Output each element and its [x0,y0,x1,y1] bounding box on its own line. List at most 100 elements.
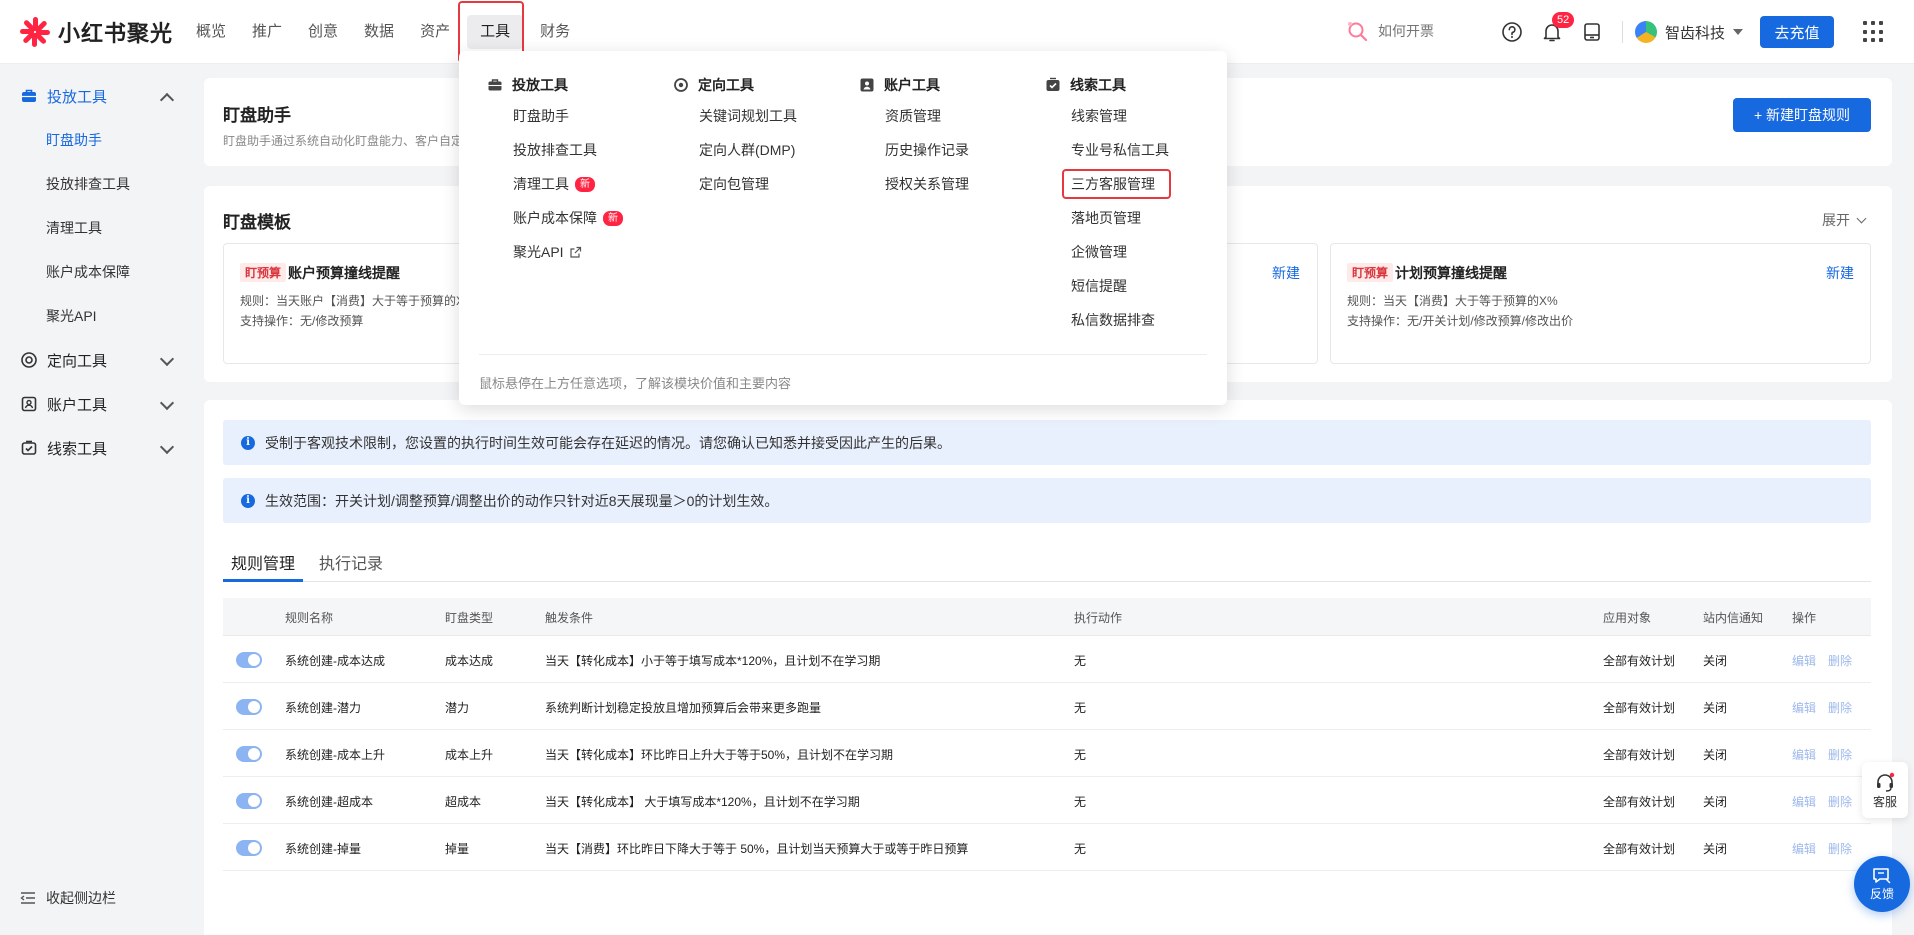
rule-enable-toggle[interactable] [236,699,262,715]
edit-link[interactable]: 编辑 [1792,652,1816,669]
rule-action: 无 [1074,701,1087,715]
menu-item-label: 落地页管理 [1071,210,1141,226]
new-rule-button[interactable]: + 新建盯盘规则 [1733,98,1871,132]
nav-data[interactable]: 数据 [351,15,407,49]
menu-item-label: 企微管理 [1071,244,1127,260]
notice-banner: i 生效范围：开关计划/调整预算/调整出价的动作只针对近8天展现量＞0的计划生效… [223,478,1871,523]
customer-service-label: 客服 [1872,794,1897,809]
template-tag: 盯预算 [1347,263,1394,282]
brand-logo[interactable]: 小红书聚光 [18,15,183,49]
sidebar-collapse-button[interactable]: 收起侧边栏 [20,888,116,908]
account-switcher[interactable]: 智齿科技 [1635,21,1744,43]
menu-item-label: 线索管理 [1071,108,1127,124]
search-input[interactable] [1378,23,1478,39]
nav-creative[interactable]: 创意 [295,15,351,49]
sidebar-item-api[interactable]: 聚光API [46,294,97,338]
edit-link[interactable]: 编辑 [1792,793,1816,810]
menu-item-label: 三方客服管理 [1071,176,1155,192]
menu-item-third-party-cs[interactable]: 三方客服管理 [1045,167,1171,201]
delete-link[interactable]: 删除 [1828,746,1852,763]
rule-enable-toggle[interactable] [236,746,262,762]
menu-item-clue-management[interactable]: 线索管理 [1045,99,1169,133]
nav-promotion[interactable]: 推广 [239,15,295,49]
search-box[interactable] [1346,20,1478,42]
notification-bell-icon[interactable]: 52 [1538,12,1575,46]
nav-overview[interactable]: 概览 [183,15,239,49]
sidebar-group-account-tools[interactable]: 账户工具 [0,382,190,426]
feedback-button[interactable]: 反馈 [1854,856,1910,912]
menu-item-label: 关键词规划工具 [699,108,797,124]
sidebar: 投放工具 盯盘助手 投放排查工具 清理工具 账户成本保障 聚光API 定向工具 … [0,64,190,935]
menu-item-keyword-planner[interactable]: 关键词规划工具 [673,99,797,133]
target-icon [673,77,689,93]
page-title: 盯盘助手 [223,106,291,125]
rule-type: 成本上升 [445,748,494,762]
rule-enable-toggle[interactable] [236,793,262,809]
menu-item-dmp[interactable]: 定向人群(DMP) [673,133,797,167]
recharge-button[interactable]: 去充值 [1760,16,1834,48]
nav-assets[interactable]: 资产 [407,15,463,49]
sidebar-group-delivery-tools[interactable]: 投放工具 [0,74,190,118]
nav-finance[interactable]: 财务 [527,15,583,49]
notice-banner: i 受制于客观技术限制，您设置的执行时间生效可能会存在延迟的情况。请您确认已知悉… [223,420,1871,465]
edit-link[interactable]: 编辑 [1792,746,1816,763]
account-name: 智齿科技 [1665,24,1726,42]
brand-name: 小红书聚光 [58,20,174,46]
menu-item-dm-data-check[interactable]: 私信数据排查 [1045,303,1169,337]
expand-toggle[interactable]: 展开 [1822,210,1867,230]
delete-link[interactable]: 删除 [1828,793,1852,810]
info-icon: i [241,435,255,450]
rule-notify: 关闭 [1703,795,1728,809]
menu-item-sms-reminder[interactable]: 短信提醒 [1045,269,1169,303]
menu-item-wecom[interactable]: 企微管理 [1045,235,1169,269]
menu-item-history-log[interactable]: 历史操作记录 [859,133,969,167]
rule-action: 无 [1074,842,1087,856]
dropdown-column-account-tools: 账户工具 资质管理 历史操作记录 授权关系管理 [859,71,969,201]
sidebar-group-label: 线索工具 [47,440,108,458]
menu-item-label: 清理工具 [513,176,569,192]
menu-item-pro-dm-tool[interactable]: 专业号私信工具 [1045,133,1169,167]
table-header: 规则名称 盯盘类型 触发条件 执行动作 应用对象 站内信通知 操作 [223,598,1871,636]
notice-text: 生效范围：开关计划/调整预算/调整出价的动作只针对近8天展现量＞0的计划生效。 [265,492,779,509]
tab-execution-records[interactable]: 执行记录 [319,550,383,574]
account-avatar [1635,21,1657,43]
menu-item-targeting-package[interactable]: 定向包管理 [673,167,797,201]
new-badge: 新 [575,176,595,192]
menu-item-cost-guarantee[interactable]: 账户成本保障新 [487,201,623,235]
nav-tools[interactable]: 工具 [458,0,525,63]
sidebar-group-label: 账户工具 [47,396,108,414]
sidebar-group-label: 定向工具 [47,352,108,370]
sidebar-group-clue-tools[interactable]: 线索工具 [0,426,190,470]
page-description: 盯盘助手通过系统自动化盯盘能力、客户自定 [223,134,464,148]
edit-link[interactable]: 编辑 [1792,699,1816,716]
tablet-icon[interactable] [1578,18,1606,46]
menu-item-watch-assistant[interactable]: 盯盘助手 [487,99,623,133]
tab-rule-management[interactable]: 规则管理 [231,550,295,574]
template-new-button[interactable]: 新建 [1826,263,1854,283]
menu-item-authorization[interactable]: 授权关系管理 [859,167,969,201]
customer-service-button[interactable]: 客服 [1862,762,1908,818]
template-ops: 支持操作：无/修改预算 [240,314,364,328]
menu-item-cleanup[interactable]: 清理工具新 [487,167,623,201]
sidebar-item-watch-assistant[interactable]: 盯盘助手 [46,118,102,162]
app-grid-icon[interactable] [1863,21,1885,43]
rule-enable-toggle[interactable] [236,652,262,668]
rule-enable-toggle[interactable] [236,840,262,856]
menu-item-api[interactable]: 聚光API [487,235,623,269]
feedback-label: 反馈 [1869,886,1894,901]
user-card-icon [859,77,875,93]
template-new-button[interactable]: 新建 [1272,263,1300,283]
chevron-down-icon [159,351,175,367]
menu-item-troubleshoot[interactable]: 投放排查工具 [487,133,623,167]
delete-link[interactable]: 删除 [1828,652,1852,669]
edit-link[interactable]: 编辑 [1792,840,1816,857]
sidebar-item-troubleshoot[interactable]: 投放排查工具 [46,162,130,206]
sidebar-item-cleanup[interactable]: 清理工具 [46,206,102,250]
sidebar-item-cost-guarantee[interactable]: 账户成本保障 [46,250,130,294]
sidebar-group-targeting-tools[interactable]: 定向工具 [0,338,190,382]
delete-link[interactable]: 删除 [1828,840,1852,857]
menu-item-qualification[interactable]: 资质管理 [859,99,969,133]
help-icon[interactable] [1498,18,1526,46]
delete-link[interactable]: 删除 [1828,699,1852,716]
menu-item-landing-page[interactable]: 落地页管理 [1045,201,1169,235]
